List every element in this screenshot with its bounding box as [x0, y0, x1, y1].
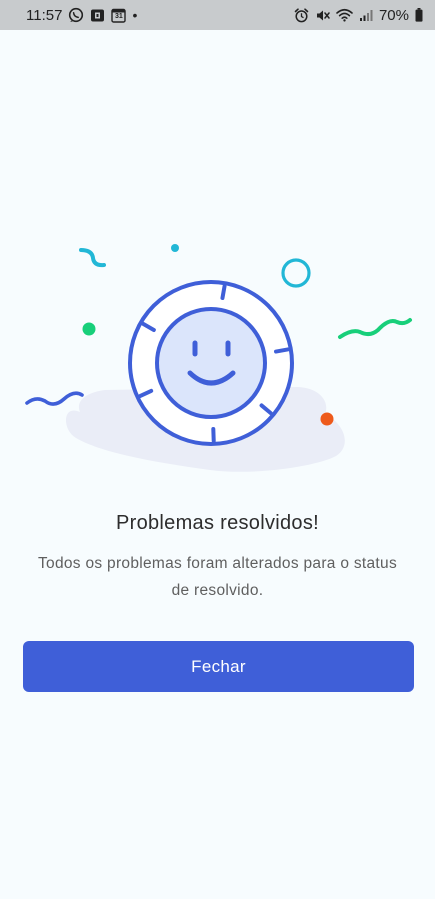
whatsapp-icon — [68, 7, 84, 23]
dot-orange — [320, 412, 334, 426]
close-button[interactable]: Fechar — [23, 641, 414, 692]
success-message: Todos os problemas foram alterados para … — [37, 555, 398, 599]
status-left: 11:57 31 • — [26, 7, 137, 24]
calendar-day: 31 — [115, 12, 123, 20]
status-dot: • — [132, 7, 138, 23]
ring-cyan — [281, 258, 311, 288]
mute-icon — [315, 8, 330, 23]
signal-icon — [359, 9, 373, 22]
status-right: 70% — [294, 7, 423, 24]
notification-icon — [90, 8, 105, 23]
alarm-icon — [294, 7, 309, 23]
squiggle-top-left — [79, 248, 106, 268]
calendar-icon: 31 — [111, 8, 127, 23]
status-time: 11:57 — [26, 6, 63, 24]
squiggle-blue-left — [25, 391, 84, 406]
wifi-icon — [336, 8, 353, 22]
success-title: Problemas resolvidos! — [115, 512, 320, 534]
smiley-coin-icon — [128, 280, 294, 446]
dot-green — [82, 322, 96, 336]
success-illustration — [0, 230, 435, 480]
battery-icon — [415, 8, 423, 22]
status-bar: 11:57 31 • 70% — [0, 0, 435, 30]
dot-cyan-small — [171, 244, 179, 252]
squiggle-green — [338, 318, 412, 339]
battery-percent: 70% — [378, 6, 409, 24]
